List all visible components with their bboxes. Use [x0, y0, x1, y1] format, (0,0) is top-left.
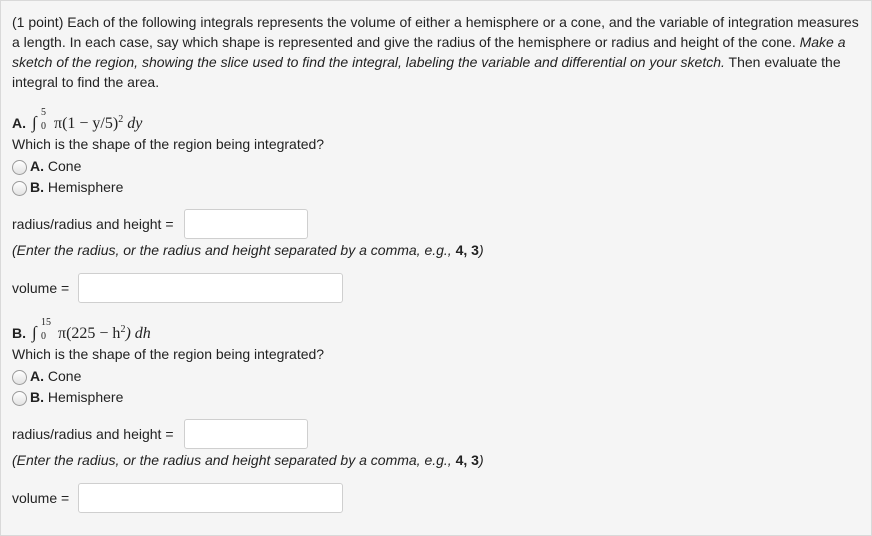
- note-example: 4, 3: [455, 452, 479, 468]
- integrand: π(1 − y/5): [54, 115, 119, 132]
- radio-button[interactable]: [12, 160, 27, 175]
- question-b-prompt: Which is the shape of the region being i…: [12, 346, 325, 362]
- question-b-radius-label: radius/radius and height =: [12, 426, 174, 442]
- integral-expression: ∫ 5 0 π(1 − y/5)2 dy: [32, 107, 143, 133]
- option-label: Hemisphere: [47, 389, 124, 405]
- option-label: Hemisphere: [47, 179, 124, 195]
- option-letter: A.: [30, 158, 44, 174]
- note-close: ): [478, 242, 484, 258]
- statement-text: (1 point) Each of the following integral…: [12, 14, 859, 50]
- question-b-option-hemisphere[interactable]: B. Hemisphere: [12, 387, 123, 407]
- option-letter: B.: [30, 179, 44, 195]
- note-text: (Enter the radius, or the radius and hei…: [12, 242, 456, 258]
- problem-panel: (1 point) Each of the following integral…: [0, 0, 872, 536]
- question-b-option-cone[interactable]: A. Cone: [12, 366, 81, 386]
- question-b-note: (Enter the radius, or the radius and hei…: [12, 452, 484, 468]
- option-letter: B.: [30, 389, 44, 405]
- lower-limit: 0: [41, 331, 46, 342]
- question-a-prompt: Which is the shape of the region being i…: [12, 136, 325, 152]
- upper-limit: 5: [41, 107, 46, 118]
- option-label: Cone: [47, 368, 82, 384]
- differential: ) dh: [125, 325, 151, 342]
- question-a-volume-input[interactable]: [78, 273, 343, 303]
- note-text: (Enter the radius, or the radius and hei…: [12, 452, 456, 468]
- lower-limit: 0: [41, 121, 46, 132]
- question-a-radius-label: radius/radius and height =: [12, 216, 174, 232]
- integrand: π(225 − h: [58, 325, 121, 342]
- question-a-radius-input[interactable]: [184, 209, 308, 239]
- question-a-option-cone[interactable]: A. Cone: [12, 156, 81, 176]
- question-a-letter: A.: [12, 115, 26, 131]
- question-b-volume-label: volume =: [12, 490, 70, 506]
- radio-button[interactable]: [12, 370, 27, 385]
- note-example: 4, 3: [455, 242, 479, 258]
- integral-sign: ∫ 15 0: [32, 317, 51, 343]
- question-b-volume-input[interactable]: [78, 483, 343, 513]
- question-a-option-hemisphere[interactable]: B. Hemisphere: [12, 177, 123, 197]
- radio-button[interactable]: [12, 391, 27, 406]
- question-a-integral: A. ∫ 5 0 π(1 − y/5)2 dy: [12, 107, 143, 137]
- option-letter: A.: [30, 368, 44, 384]
- question-b-integral: B. ∫ 15 0 π(225 − h2) dh: [12, 317, 151, 347]
- question-b-letter: B.: [12, 325, 26, 341]
- question-b-radius-input[interactable]: [184, 419, 308, 449]
- question-a-note: (Enter the radius, or the radius and hei…: [12, 242, 484, 258]
- note-close: ): [478, 452, 484, 468]
- integral-expression: ∫ 15 0 π(225 − h2) dh: [32, 317, 151, 343]
- option-label: Cone: [47, 158, 82, 174]
- differential: dy: [123, 115, 143, 132]
- upper-limit: 15: [41, 317, 51, 328]
- question-a-volume-label: volume =: [12, 280, 70, 296]
- integral-sign: ∫ 5 0: [32, 107, 46, 133]
- problem-statement: (1 point) Each of the following integral…: [12, 12, 864, 92]
- radio-button[interactable]: [12, 181, 27, 196]
